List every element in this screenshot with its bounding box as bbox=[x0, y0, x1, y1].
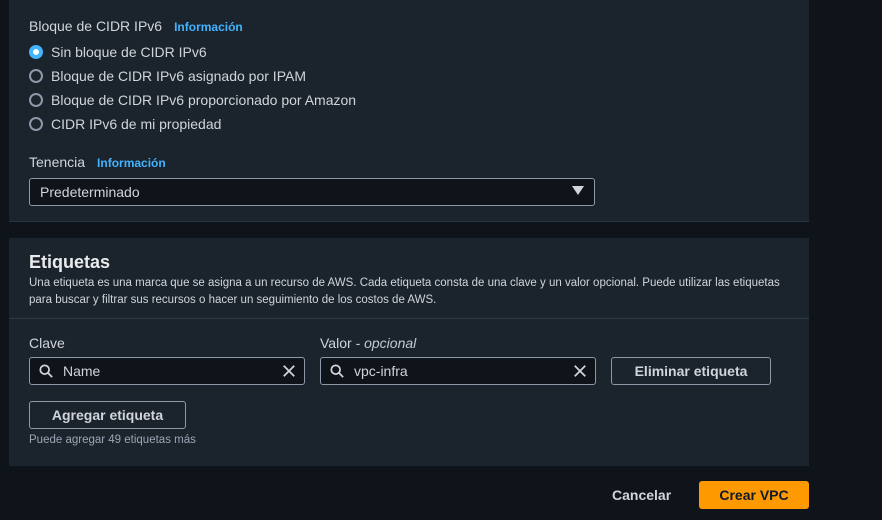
add-tag-button[interactable]: Agregar etiqueta bbox=[29, 401, 186, 429]
tag-value-input[interactable]: vpc-infra bbox=[320, 357, 596, 385]
remove-tag-button[interactable]: Eliminar etiqueta bbox=[611, 357, 771, 385]
tags-title: Etiquetas bbox=[29, 252, 111, 272]
search-icon bbox=[330, 364, 344, 378]
radio-label: CIDR IPv6 de mi propiedad bbox=[51, 116, 222, 132]
ipv6-cidr-label-row: Bloque de CIDR IPv6 Información bbox=[29, 18, 243, 34]
tenancy-label: Tenencia bbox=[29, 154, 86, 170]
radio-no-ipv6[interactable]: Sin bloque de CIDR IPv6 bbox=[29, 44, 207, 60]
radio-label: Bloque de CIDR IPv6 proporcionado por Am… bbox=[51, 92, 357, 108]
cancel-button[interactable]: Cancelar bbox=[612, 487, 671, 503]
search-icon bbox=[39, 364, 53, 378]
tag-key-input[interactable]: Name bbox=[29, 357, 305, 385]
tag-value-label: Valor - opcional bbox=[320, 335, 416, 351]
tags-panel: Etiquetas Una etiqueta es una marca que … bbox=[9, 238, 809, 466]
radio-ipam-ipv6[interactable]: Bloque de CIDR IPv6 asignado por IPAM bbox=[29, 68, 306, 84]
radio-button-selected[interactable] bbox=[29, 45, 43, 59]
radio-button[interactable] bbox=[29, 93, 43, 107]
radio-label: Bloque de CIDR IPv6 asignado por IPAM bbox=[51, 68, 306, 84]
ipv6-cidr-info-link[interactable]: Información bbox=[174, 20, 243, 34]
tag-key-label: Clave bbox=[29, 335, 65, 351]
tenancy-select[interactable]: Predeterminado bbox=[29, 178, 595, 206]
ipv6-cidr-label: Bloque de CIDR IPv6 bbox=[29, 18, 163, 34]
tag-value-optional: - opcional bbox=[355, 335, 417, 351]
tenancy-info-link[interactable]: Información bbox=[97, 156, 166, 170]
tenancy-selected-value: Predeterminado bbox=[40, 184, 140, 200]
vpc-settings-panel: Bloque de CIDR IPv6 Información Sin bloq… bbox=[9, 0, 809, 222]
tag-value-label-text: Valor bbox=[320, 335, 352, 351]
radio-own-ipv6[interactable]: CIDR IPv6 de mi propiedad bbox=[29, 116, 221, 132]
radio-label: Sin bloque de CIDR IPv6 bbox=[51, 44, 207, 60]
tag-key-label-text: Clave bbox=[29, 335, 65, 351]
create-vpc-button[interactable]: Crear VPC bbox=[699, 481, 809, 509]
tenancy-label-row: Tenencia Información bbox=[29, 154, 166, 170]
clear-icon[interactable] bbox=[282, 364, 296, 378]
radio-amazon-ipv6[interactable]: Bloque de CIDR IPv6 proporcionado por Am… bbox=[29, 92, 356, 108]
tags-description: Una etiqueta es una marca que se asigna … bbox=[29, 277, 780, 306]
radio-button[interactable] bbox=[29, 117, 43, 131]
tags-divider bbox=[9, 318, 809, 319]
caret-down-icon bbox=[572, 186, 584, 195]
clear-icon[interactable] bbox=[573, 364, 587, 378]
tags-remaining-hint: Puede agregar 49 etiquetas más bbox=[29, 434, 196, 446]
tag-value-value: vpc-infra bbox=[354, 363, 408, 379]
tag-key-value: Name bbox=[63, 363, 101, 379]
radio-button[interactable] bbox=[29, 69, 43, 83]
